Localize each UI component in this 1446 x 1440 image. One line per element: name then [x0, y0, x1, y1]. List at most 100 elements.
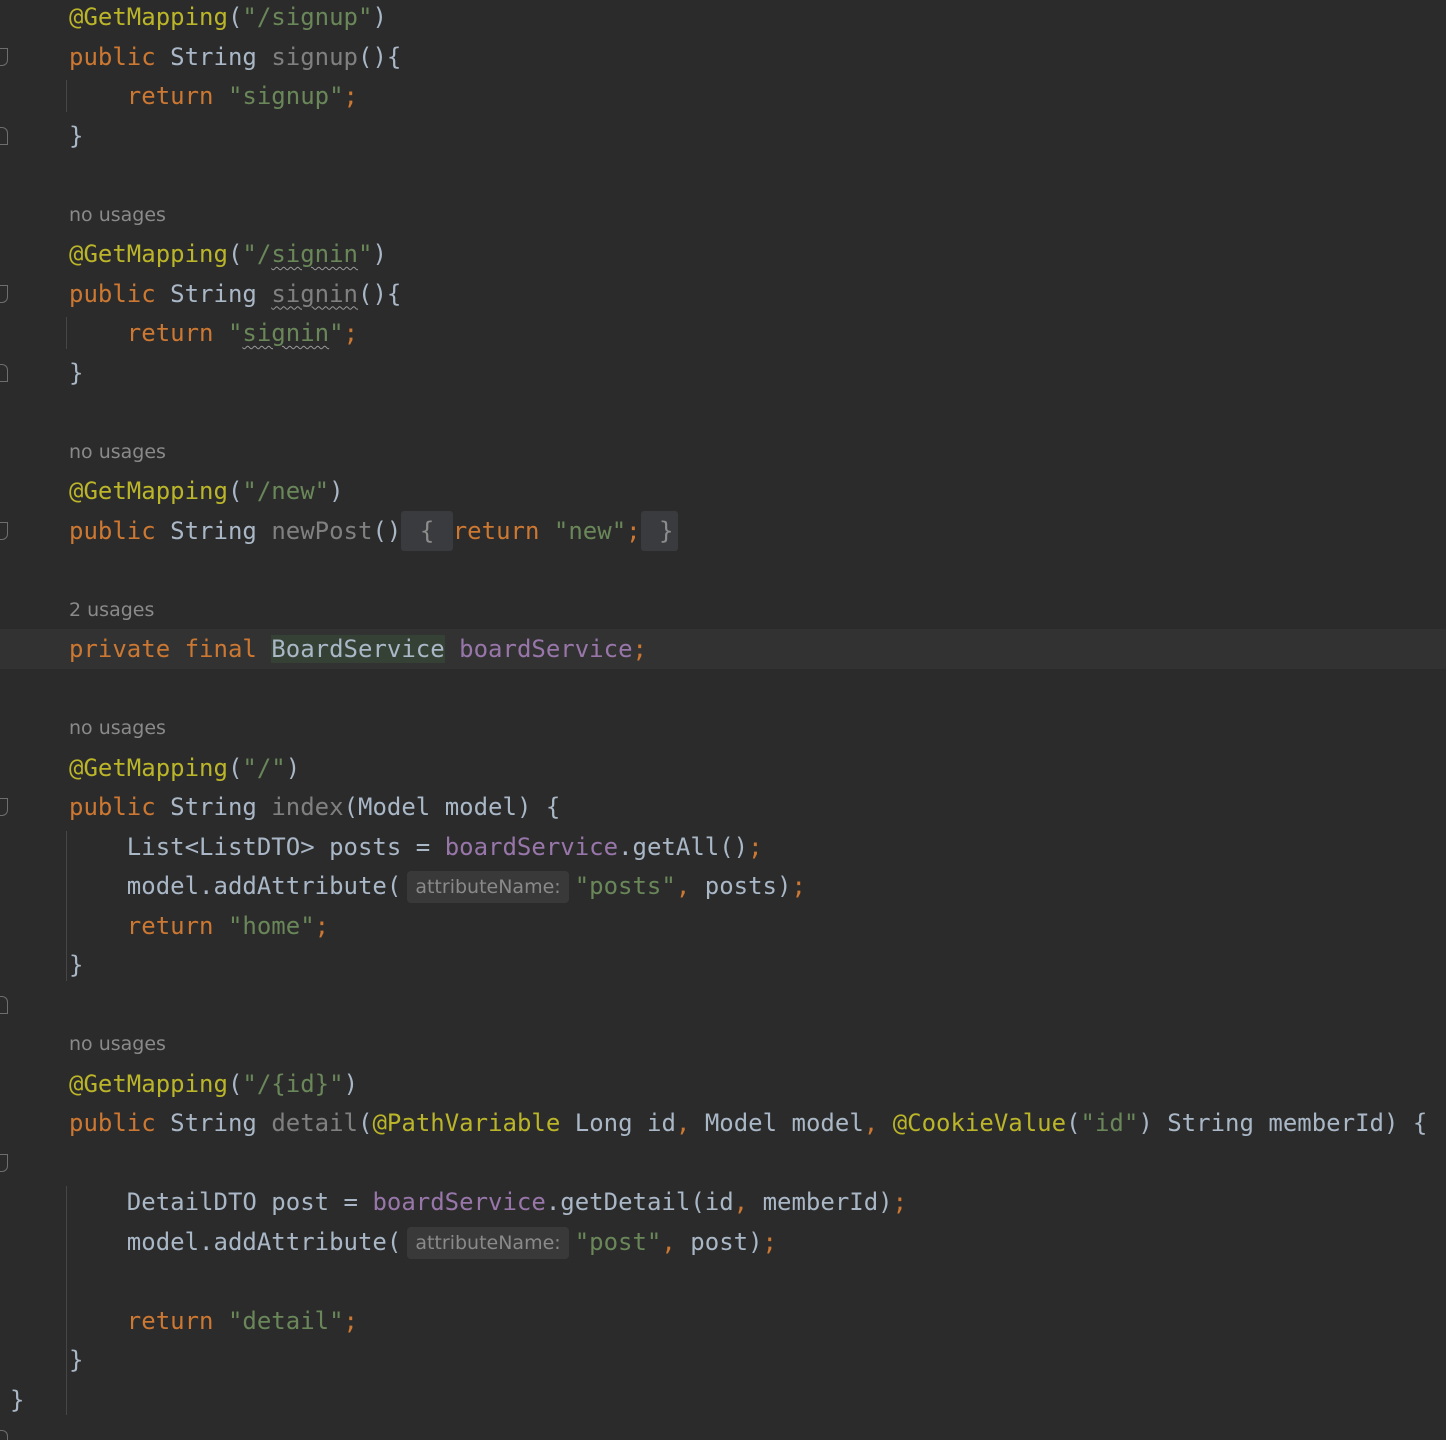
code-line[interactable]	[0, 669, 1446, 709]
code-line[interactable]: @GetMapping("/signin")	[0, 234, 1446, 274]
usages-inlay-hint[interactable]: no usages	[69, 1024, 166, 1064]
code-line[interactable]: private final BoardService boardService;	[0, 629, 1446, 669]
usages-inlay-hint[interactable]: no usages	[69, 195, 166, 235]
code-line[interactable]: }	[0, 1380, 1446, 1420]
code-token: @GetMapping	[69, 240, 228, 268]
code-line[interactable]: return "home";	[0, 906, 1446, 946]
code-line[interactable]: }	[0, 945, 1446, 985]
usages-inlay-hint[interactable]: no usages	[69, 708, 166, 748]
code-text: model.addAttribute(attributeName: "post",…	[69, 1222, 777, 1262]
code-token: return	[126, 1306, 228, 1335]
fold-close-icon[interactable]	[0, 995, 8, 1014]
code-line[interactable]: return "signup";	[0, 76, 1446, 116]
code-text: return "detail";	[69, 1301, 358, 1341]
code-text: public String index(Model model) {	[69, 787, 560, 827]
usages-inlay-hint[interactable]: 2 usages	[69, 590, 154, 630]
fold-open-icon[interactable]	[0, 284, 8, 303]
fold-close-icon[interactable]	[0, 363, 8, 382]
usage-hint-line[interactable]: no usages	[0, 432, 1446, 472]
code-line[interactable]: @GetMapping("/signup")	[0, 0, 1446, 37]
usage-hint-line[interactable]: no usages	[0, 195, 1446, 235]
folded-region[interactable]: {	[401, 510, 453, 551]
code-token: "/{id}"	[242, 1069, 344, 1098]
fold-open-icon[interactable]	[0, 47, 8, 66]
code-line[interactable]: }	[0, 116, 1446, 156]
code-token: boardService	[459, 635, 633, 663]
code-token: ;	[343, 82, 358, 110]
code-line[interactable]: public String newPost() { return "new"; …	[0, 510, 1446, 551]
code-token: public	[69, 1109, 171, 1137]
code-token: ,	[863, 1109, 893, 1137]
code-line[interactable]	[0, 1261, 1446, 1301]
usages-inlay-hint[interactable]: no usages	[69, 432, 166, 472]
fold-close-icon[interactable]	[0, 126, 8, 145]
code-line[interactable]: return "signin";	[0, 313, 1446, 353]
code-token: return	[126, 82, 228, 110]
code-token: .getAll()	[618, 832, 749, 861]
parameter-name-hint: attributeName:	[407, 871, 569, 903]
code-line[interactable]: public String detail(@PathVariable Long …	[0, 1103, 1446, 1143]
code-text: @GetMapping("/signup")	[69, 0, 387, 37]
parameter-name-hint: attributeName:	[407, 1226, 569, 1259]
usage-hint-line[interactable]: no usages	[0, 1024, 1446, 1064]
code-token: )	[329, 477, 344, 505]
folded-region[interactable]: }	[640, 510, 678, 551]
code-token: .getDetail(id	[545, 1188, 734, 1216]
code-token: @GetMapping	[69, 753, 228, 782]
code-token: model.addAttribute(	[126, 872, 402, 900]
indent-guide	[66, 830, 67, 981]
code-token: (	[227, 753, 243, 782]
code-line[interactable]	[0, 1143, 1446, 1183]
code-token: posts)	[704, 872, 792, 900]
code-token: return	[126, 911, 228, 940]
code-text: DetailDTO post = boardService.getDetail(…	[69, 1182, 907, 1222]
code-line[interactable]: public String signin(){	[0, 274, 1446, 314]
code-token: String	[170, 1109, 272, 1137]
indent-guide	[66, 80, 67, 112]
code-token: ,	[675, 872, 705, 900]
fold-open-icon[interactable]	[0, 521, 8, 540]
code-line[interactable]	[0, 550, 1446, 590]
code-token: (	[227, 240, 243, 268]
code-token: "home"	[227, 911, 315, 940]
code-token: String	[170, 793, 272, 821]
code-token: ) String memberId) {	[1138, 1109, 1428, 1137]
code-line[interactable]: @GetMapping("/new")	[0, 471, 1446, 511]
code-text: public String signup(){	[69, 37, 401, 77]
code-line[interactable]	[0, 392, 1446, 432]
code-line[interactable]: return "detail";	[0, 1301, 1446, 1341]
fold-close-icon[interactable]	[0, 1430, 8, 1440]
code-line[interactable]: @GetMapping("/{id}")	[0, 1064, 1446, 1104]
code-line[interactable]: List<ListDTO> posts = boardService.getAl…	[0, 827, 1446, 867]
code-token: (	[227, 3, 243, 31]
fold-open-icon[interactable]	[0, 798, 8, 816]
code-line[interactable]: }	[0, 1340, 1446, 1380]
code-text: public String newPost() { return "new"; …	[69, 510, 678, 551]
usage-hint-line[interactable]: no usages	[0, 708, 1446, 748]
code-line[interactable]: public String index(Model model) {	[0, 787, 1446, 827]
code-text: @GetMapping("/new")	[69, 471, 344, 511]
code-token: ()	[372, 516, 402, 545]
code-line[interactable]: DetailDTO post = boardService.getDetail(…	[0, 1182, 1446, 1222]
code-editor[interactable]: @GetMapping("/signup") public String sign…	[0, 0, 1446, 1440]
code-token: public	[69, 793, 171, 821]
code-token: ;	[748, 832, 763, 861]
code-text: public String signin(){	[69, 274, 401, 314]
usage-hint-line[interactable]: 2 usages	[0, 590, 1446, 630]
code-line[interactable]: public String signup(){	[0, 37, 1446, 77]
code-token: (	[358, 1109, 373, 1137]
code-token: }	[69, 1346, 84, 1374]
code-line[interactable]	[0, 155, 1446, 195]
code-line[interactable]: }	[0, 353, 1446, 393]
code-line[interactable]: model.addAttribute(attributeName: "posts"…	[0, 866, 1446, 906]
code-token: ;	[791, 872, 806, 900]
code-token: }	[69, 121, 84, 150]
code-line[interactable]: @GetMapping("/")	[0, 748, 1446, 788]
fold-open-icon[interactable]	[0, 1153, 8, 1172]
code-line[interactable]: model.addAttribute(attributeName: "post",…	[0, 1222, 1446, 1262]
code-line[interactable]	[0, 985, 1446, 1025]
code-token: ;	[314, 911, 330, 940]
